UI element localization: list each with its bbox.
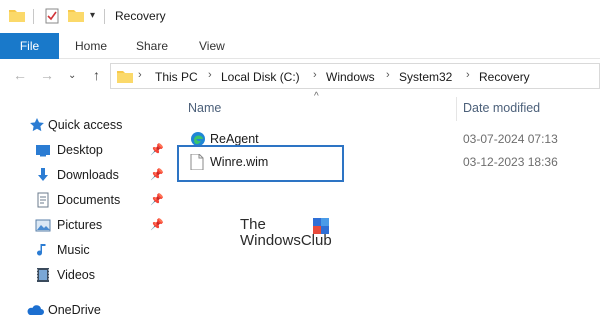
new-folder-icon[interactable] <box>68 8 84 25</box>
folder-icon <box>117 69 133 86</box>
window-title: Recovery <box>115 9 166 23</box>
title-bar: ▾ Recovery <box>0 0 600 32</box>
ribbon: File Home Share View <box>0 33 600 59</box>
cloud-icon <box>26 302 44 318</box>
toolbar-divider <box>33 9 34 24</box>
sort-ascending-icon: ^ <box>314 91 319 102</box>
file-list: ^ Name Date modified ReAgent 03-07-2024 … <box>176 91 600 322</box>
sidebar-item-desktop[interactable]: Desktop 📌 <box>0 139 176 161</box>
toolbar-divider <box>104 9 105 24</box>
chevron-right-icon[interactable]: › <box>466 69 470 81</box>
videos-icon <box>35 267 51 283</box>
column-header-date-modified[interactable]: Date modified <box>463 101 540 115</box>
column-header-name[interactable]: Name <box>188 101 221 115</box>
tab-share[interactable]: Share <box>136 39 168 53</box>
pin-icon[interactable]: 📌 <box>150 168 164 181</box>
sidebar-item-videos[interactable]: Videos <box>0 264 176 286</box>
file-date: 03-07-2024 07:13 <box>463 132 558 146</box>
sidebar-item-label: Downloads <box>57 168 119 182</box>
recent-locations-icon[interactable]: ⌄ <box>68 69 76 83</box>
breadcrumb-system32[interactable]: System32 <box>399 70 452 84</box>
breadcrumb-this-pc[interactable]: This PC <box>155 70 198 84</box>
star-icon <box>29 117 45 133</box>
sidebar-item-label: Desktop <box>57 143 103 157</box>
up-icon[interactable]: ↑ <box>93 68 100 82</box>
sidebar-item-label: Videos <box>57 268 95 282</box>
sidebar-item-label: Music <box>57 243 90 257</box>
tab-file[interactable]: File <box>0 33 59 59</box>
desktop-icon <box>35 142 51 158</box>
file-name: ReAgent <box>210 132 259 146</box>
chevron-right-icon[interactable]: › <box>208 69 212 81</box>
sidebar-item-downloads[interactable]: Downloads 📌 <box>0 164 176 186</box>
sidebar-item-music[interactable]: Music <box>0 239 176 261</box>
folder-icon[interactable] <box>9 8 25 25</box>
sidebar-item-pictures[interactable]: Pictures 📌 <box>0 214 176 236</box>
sidebar-item-onedrive[interactable]: OneDrive <box>0 299 176 321</box>
pin-icon[interactable]: 📌 <box>150 218 164 231</box>
navigation-pane: Quick access Desktop 📌 Downloads 📌 Docum… <box>0 93 176 322</box>
address-row: ← → ⌄ ↑ › This PC › Local Disk (C:) › Wi… <box>0 59 600 93</box>
tab-view[interactable]: View <box>199 39 225 53</box>
sidebar-item-label: OneDrive <box>48 303 101 317</box>
sidebar-item-quick-access[interactable]: Quick access <box>0 114 176 136</box>
forward-icon[interactable]: → <box>40 68 54 82</box>
chevron-right-icon[interactable]: › <box>386 69 390 81</box>
highlight-box <box>177 145 344 182</box>
sidebar-item-label: Documents <box>57 193 121 207</box>
documents-icon <box>35 192 51 208</box>
sidebar-item-documents[interactable]: Documents 📌 <box>0 189 176 211</box>
chevron-right-icon[interactable]: › <box>138 69 142 81</box>
pictures-icon <box>35 217 51 233</box>
properties-icon[interactable] <box>45 8 59 27</box>
file-date: 03-12-2023 18:36 <box>463 155 558 169</box>
pin-icon[interactable]: 📌 <box>150 193 164 206</box>
tab-home[interactable]: Home <box>75 39 107 53</box>
customize-toolbar-icon[interactable]: ▾ <box>90 10 95 21</box>
music-icon <box>35 242 51 258</box>
breadcrumb-local-disk[interactable]: Local Disk (C:) <box>221 70 300 84</box>
back-icon[interactable]: ← <box>13 68 27 82</box>
column-divider[interactable] <box>456 97 457 121</box>
sidebar-item-label: Pictures <box>57 218 103 232</box>
chevron-right-icon[interactable]: › <box>313 69 317 81</box>
breadcrumb-windows[interactable]: Windows <box>326 70 375 84</box>
pin-icon[interactable]: 📌 <box>150 143 164 156</box>
download-icon <box>35 167 51 183</box>
watermark-logo-icon <box>313 218 329 237</box>
sidebar-item-label: Quick access <box>48 118 123 132</box>
address-bar[interactable]: › This PC › Local Disk (C:) › Windows › … <box>110 63 600 89</box>
breadcrumb-recovery[interactable]: Recovery <box>479 70 530 84</box>
